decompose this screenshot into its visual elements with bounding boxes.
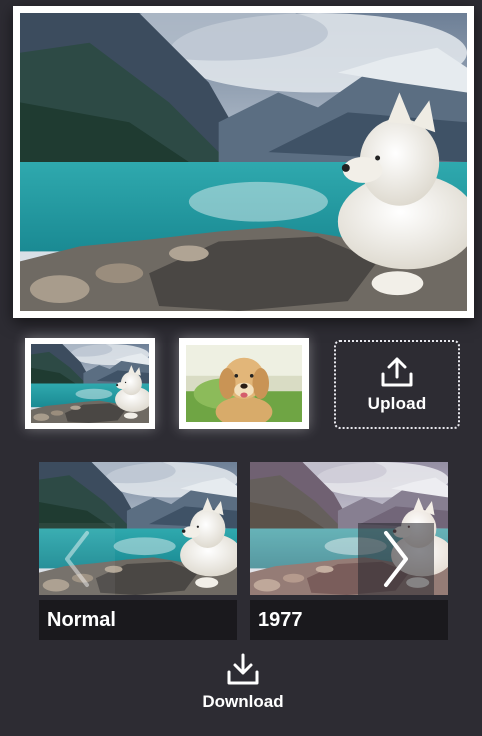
download-button[interactable]: Download bbox=[190, 652, 296, 728]
upload-button[interactable]: Upload bbox=[334, 340, 460, 429]
thumbnail-lake-dog[interactable] bbox=[25, 338, 155, 429]
download-label: Download bbox=[202, 692, 284, 711]
carousel-prev-button[interactable] bbox=[39, 523, 115, 595]
main-preview bbox=[13, 6, 474, 318]
chevron-right-icon bbox=[384, 531, 408, 587]
upload-label: Upload bbox=[367, 393, 427, 413]
preview-image bbox=[20, 13, 467, 311]
upload-icon bbox=[381, 357, 413, 386]
carousel-next-button[interactable] bbox=[358, 523, 434, 595]
thumbnail-image bbox=[31, 344, 149, 423]
filter-label: Normal bbox=[39, 600, 237, 640]
download-icon bbox=[227, 653, 259, 685]
filter-label: 1977 bbox=[250, 600, 448, 640]
thumbnail-retriever[interactable] bbox=[179, 338, 309, 429]
chevron-left-icon bbox=[65, 531, 89, 587]
thumbnail-image bbox=[186, 345, 302, 422]
